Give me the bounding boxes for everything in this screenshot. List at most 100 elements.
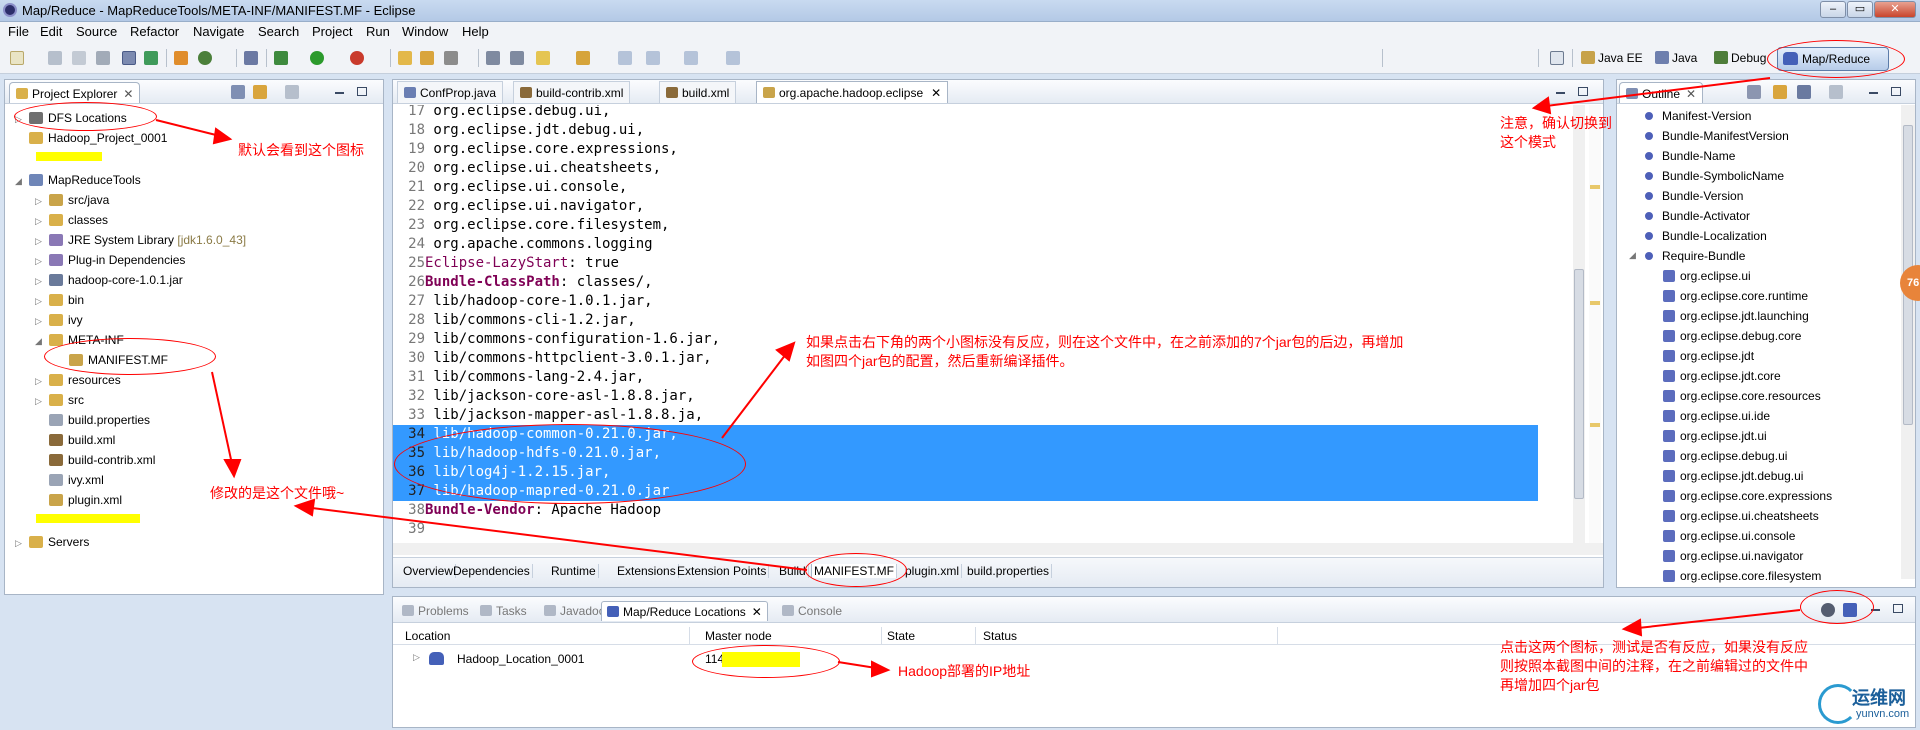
expand-icon[interactable]: ▷ xyxy=(15,538,29,549)
expand-icon[interactable]: ▷ xyxy=(35,216,49,227)
tab-problems[interactable]: Problems xyxy=(397,601,474,621)
tab-tasks[interactable]: Tasks xyxy=(475,601,532,621)
vertical-scrollbar[interactable] xyxy=(1573,105,1585,543)
collapse-all-icon[interactable] xyxy=(231,85,245,99)
form-tab-overview[interactable]: Overview xyxy=(401,564,457,578)
menu-file[interactable]: File xyxy=(8,24,29,39)
menu-navigate[interactable]: Navigate xyxy=(193,24,244,39)
column-state[interactable]: State xyxy=(887,629,915,643)
outline-item[interactable]: org.eclipse.debug.ui xyxy=(1663,449,1787,469)
outline-item[interactable]: Bundle-Activator xyxy=(1645,209,1750,229)
back-icon[interactable] xyxy=(618,51,632,65)
tree-item-src[interactable]: ▷ src xyxy=(35,393,84,413)
maximize-icon[interactable] xyxy=(1891,87,1901,96)
tab-project-explorer[interactable]: Project Explorer ✕ xyxy=(9,82,141,103)
outline-item[interactable]: org.eclipse.debug.core xyxy=(1663,329,1801,349)
expand-icon[interactable]: ◢ xyxy=(1629,250,1636,261)
new-icon[interactable] xyxy=(10,51,24,65)
code-line[interactable]: 31 lib/commons-lang-2.4.jar, xyxy=(393,368,1538,387)
tab-manifest-editor[interactable]: org.apache.hadoop.eclipse ✕ xyxy=(756,81,949,103)
code-line[interactable]: 23 org.eclipse.core.filesystem, xyxy=(393,216,1538,235)
open-perspective-icon[interactable] xyxy=(1550,51,1564,65)
code-line[interactable]: 17 org.eclipse.debug.ui, xyxy=(393,105,1538,121)
view-menu-icon[interactable] xyxy=(285,85,299,99)
minimize-button[interactable]: – xyxy=(1820,1,1846,18)
tree-item-servers[interactable]: ▷ Servers xyxy=(15,535,89,555)
outline-item[interactable]: ◢ Require-Bundle xyxy=(1629,249,1745,269)
close-icon[interactable]: ✕ xyxy=(931,86,941,100)
minimize-icon[interactable] xyxy=(1556,92,1565,94)
close-icon[interactable]: ✕ xyxy=(752,605,762,619)
link-editor-icon[interactable] xyxy=(253,85,267,99)
outline-item[interactable]: org.eclipse.jdt.core xyxy=(1663,369,1781,389)
expand-icon[interactable]: ▷ xyxy=(35,256,49,267)
tree-item-plugin-xml[interactable]: plugin.xml xyxy=(35,493,122,513)
pin-icon[interactable] xyxy=(726,51,740,65)
help-icon[interactable] xyxy=(244,51,258,65)
outline-item[interactable]: org.eclipse.core.expressions xyxy=(1663,489,1832,509)
expand-icon[interactable]: ▷ xyxy=(35,396,49,407)
tree-item-src-java[interactable]: ▷ src/java xyxy=(35,193,109,213)
save-icon[interactable] xyxy=(48,51,62,65)
code-line[interactable]: 21 org.eclipse.ui.console, xyxy=(393,178,1538,197)
outline-item[interactable]: org.eclipse.core.runtime xyxy=(1663,289,1808,309)
outline-item[interactable]: org.eclipse.jdt.ui xyxy=(1663,429,1767,449)
tree-item-resources[interactable]: ▷ resources xyxy=(35,373,121,393)
code-line[interactable]: 27 lib/hadoop-core-1.0.1.jar, xyxy=(393,292,1538,311)
expand-icon[interactable]: ▷ xyxy=(35,296,49,307)
refresh-icon[interactable] xyxy=(198,51,212,65)
back-history-icon[interactable] xyxy=(646,51,660,65)
tree-item-build-properties[interactable]: build.properties xyxy=(35,413,150,433)
tab-javadoc[interactable]: Javadoc xyxy=(539,601,610,621)
menu-run[interactable]: Run xyxy=(366,24,390,39)
outline-item[interactable]: Bundle-SymbolicName xyxy=(1645,169,1784,189)
expand-icon[interactable]: ◢ xyxy=(35,336,49,347)
tree-item-plugin-dependencies[interactable]: ▷ Plug-in Dependencies xyxy=(35,253,185,273)
column-location[interactable]: Location xyxy=(405,629,450,643)
form-tab-build-properties[interactable]: build.properties xyxy=(965,564,1053,578)
view-menu-icon[interactable] xyxy=(1829,85,1843,99)
outline-item[interactable]: org.eclipse.ui.console xyxy=(1663,529,1795,549)
perspective-debug[interactable]: Debug xyxy=(1714,51,1766,65)
link-editor-icon[interactable] xyxy=(1773,85,1787,99)
code-line[interactable]: 22 org.eclipse.ui.navigator, xyxy=(393,197,1538,216)
code-line[interactable]: 19 org.eclipse.core.expressions, xyxy=(393,140,1538,159)
maximize-icon[interactable] xyxy=(1578,87,1588,96)
outline-item[interactable]: org.eclipse.core.filesystem xyxy=(1663,569,1821,587)
tree-item-jre-system-library[interactable]: ▷ JRE System Library [jdk1.6.0_43] xyxy=(35,233,246,253)
close-button[interactable]: ✕ xyxy=(1874,1,1916,18)
outline-item[interactable]: org.eclipse.ui.cheatsheets xyxy=(1663,509,1819,529)
code-line[interactable]: 18 org.eclipse.jdt.debug.ui, xyxy=(393,121,1538,140)
toggle-view-icon[interactable] xyxy=(122,51,136,65)
external-tools-icon[interactable] xyxy=(350,51,364,65)
tab-outline[interactable]: Outline ✕ xyxy=(1619,82,1704,103)
tree-item-hadoop-project[interactable]: Hadoop_Project_0001 xyxy=(15,131,167,151)
forward-icon[interactable] xyxy=(684,51,698,65)
close-icon[interactable]: ✕ xyxy=(123,87,133,101)
next-annotation-icon[interactable] xyxy=(576,51,590,65)
print-icon[interactable] xyxy=(96,51,110,65)
form-tab-extensions[interactable]: Extensions xyxy=(615,564,679,578)
perspective-java[interactable]: Java xyxy=(1655,51,1697,65)
form-tab-extension-points[interactable]: Extension Points xyxy=(675,564,770,578)
expand-icon[interactable]: ▷ xyxy=(35,316,49,327)
list-icon[interactable] xyxy=(144,51,158,65)
module-icon[interactable] xyxy=(174,51,188,65)
perspective-java-ee[interactable]: Java EE xyxy=(1581,51,1643,65)
expand-icon[interactable]: ▷ xyxy=(35,236,49,247)
outline-item[interactable]: org.eclipse.ui.ide xyxy=(1663,409,1770,429)
menu-window[interactable]: Window xyxy=(402,24,448,39)
minimize-icon[interactable] xyxy=(1869,92,1878,94)
column-master-node[interactable]: Master node xyxy=(705,629,772,643)
run-icon[interactable] xyxy=(310,51,324,65)
form-tab-plugin-xml[interactable]: plugin.xml xyxy=(903,564,963,578)
marker-icon[interactable] xyxy=(536,51,550,65)
tab-confprop-java[interactable]: ConfProp.java xyxy=(397,81,504,103)
expand-icon[interactable]: ▷ xyxy=(413,652,420,663)
menu-source[interactable]: Source xyxy=(76,24,117,39)
outline-item[interactable]: Bundle-Name xyxy=(1645,149,1735,169)
outline-item[interactable]: org.eclipse.core.resources xyxy=(1663,389,1821,409)
code-line[interactable]: 25Eclipse-LazyStart: true xyxy=(393,254,1538,273)
scrollbar-thumb[interactable] xyxy=(1574,269,1584,499)
table-row[interactable]: ▷ Hadoop_Location_0001 114 xyxy=(393,649,1293,669)
